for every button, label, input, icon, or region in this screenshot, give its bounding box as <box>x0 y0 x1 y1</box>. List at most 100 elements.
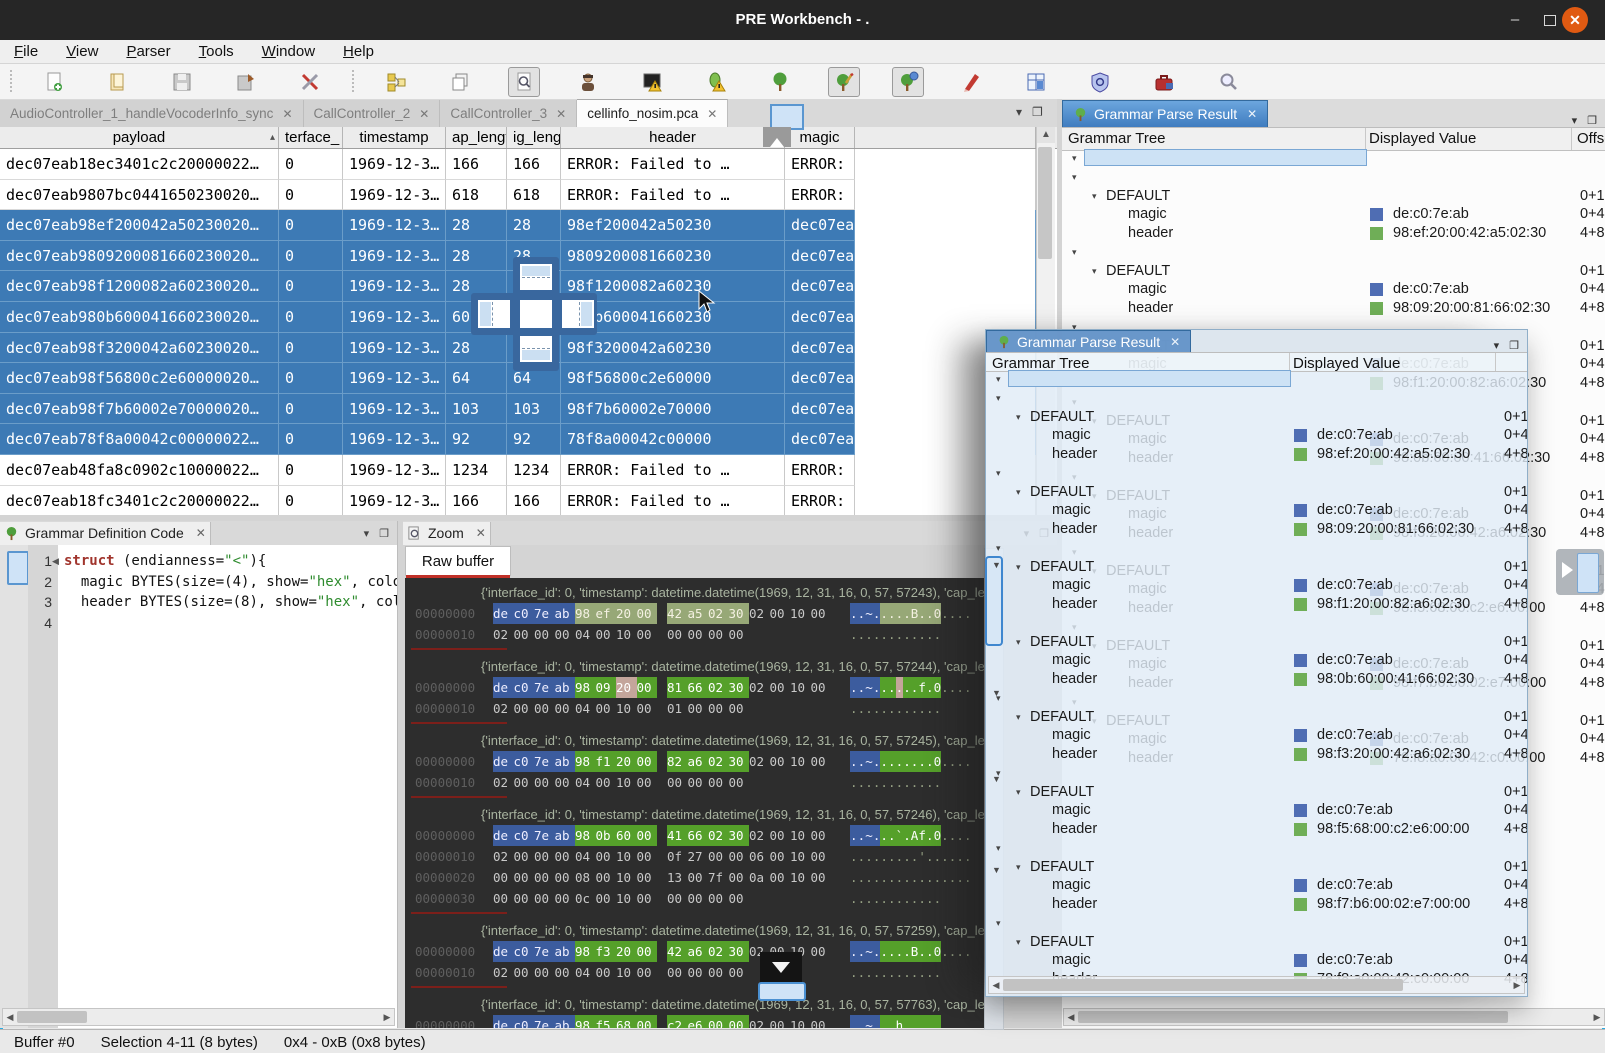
tree-magic-row[interactable]: magicde:c0:7e:ab0+4 <box>986 426 1527 445</box>
column-header-ig_lengt[interactable]: ig_lengt <box>507 127 561 148</box>
floating-hscroll-thumb[interactable] <box>1003 979 1403 991</box>
hex-line[interactable]: 00000030000000000c00100000000000........… <box>405 888 987 909</box>
hex-marker-icon[interactable]: ▼ <box>992 774 1001 784</box>
tree-node-row[interactable]: ▾ <box>986 764 1527 783</box>
dock-left-indicator[interactable] <box>477 299 511 329</box>
hex-line[interactable]: 00000000dec07eab98f56800c2e6000002001000… <box>405 1015 987 1028</box>
grammar-tree-icon[interactable] <box>764 67 796 97</box>
collapse-icon[interactable]: ▾ <box>1016 558 1021 577</box>
tree-node-row[interactable]: ▾ <box>986 689 1527 708</box>
tree-node-row[interactable]: ▾ <box>986 539 1527 558</box>
column-header-ap_lengt[interactable]: ap_lengt <box>446 127 507 148</box>
table-cell[interactable]: dec07eab980b600041660230020… <box>0 302 279 333</box>
collapse-icon[interactable]: ▾ <box>1016 708 1021 727</box>
raw-buffer-tab[interactable]: Raw buffer <box>405 546 511 576</box>
tab-list-dropdown-icon[interactable]: ▾ <box>1016 105 1022 119</box>
user-icon[interactable] <box>572 67 604 97</box>
close-tab-icon[interactable]: ✕ <box>1247 107 1257 121</box>
tools-icon[interactable] <box>294 67 326 97</box>
hex-view[interactable]: {'interface_id': 0, 'timestamp': datetim… <box>405 578 987 1028</box>
table-row[interactable]: dec07eab48fa8c0902c10000022…01969-12-3…1… <box>0 455 1057 486</box>
panel-menu-icon[interactable]: ▾ <box>364 527 370 540</box>
table-cell[interactable]: dec07eab <box>785 363 855 394</box>
table-cell[interactable]: 1969-12-3… <box>343 486 446 515</box>
table-cell[interactable]: 28 <box>507 210 561 241</box>
tree-header-row[interactable]: header98:0b:60:00:41:66:02:304+8 <box>986 670 1527 689</box>
menu-view[interactable]: View <box>52 43 112 60</box>
table-cell[interactable]: 0 <box>279 180 343 211</box>
table-cell[interactable]: 166 <box>507 149 561 180</box>
dock-bottom-indicator[interactable] <box>519 335 553 363</box>
close-tab-icon[interactable]: ✕ <box>282 107 292 121</box>
tree-default-row[interactable]: ▾DEFAULT0+1 <box>986 633 1527 652</box>
collapse-icon[interactable]: ▾ <box>1016 633 1021 652</box>
collapse-icon[interactable]: ▾ <box>1016 408 1021 427</box>
table-cell[interactable]: 1969-12-3… <box>343 149 446 180</box>
hex-line[interactable]: 0000001002000000040010000f27000006001000… <box>405 846 987 867</box>
tree-default-row[interactable]: ▾DEFAULT0+1 <box>986 408 1527 427</box>
grammar-tree-edit-icon[interactable] <box>828 67 860 97</box>
collapse-icon[interactable]: ▾ <box>1016 483 1021 502</box>
debug-bug-icon[interactable] <box>700 67 732 97</box>
table-cell[interactable]: 1969-12-3… <box>343 271 446 302</box>
table-cell[interactable]: 92 <box>446 424 507 455</box>
hex-line[interactable]: 00000000dec07eab98ef200042a5023002001000… <box>405 603 987 624</box>
table-row[interactable]: dec07eab78f8a00042c00000022…01969-12-3…9… <box>0 424 1057 455</box>
table-cell[interactable]: ERROR: … <box>785 486 855 515</box>
table-cell[interactable]: 1234 <box>446 455 507 486</box>
table-cell[interactable]: 0 <box>279 241 343 272</box>
tree-default-row[interactable]: ▾DEFAULT0+1 <box>1062 187 1605 206</box>
file-preview-icon[interactable] <box>508 67 540 97</box>
table-cell[interactable]: 1969-12-3… <box>343 302 446 333</box>
menu-file[interactable]: File <box>0 43 52 60</box>
table-row[interactable]: dec07eab98ef200042a50230020…01969-12-3…2… <box>0 210 1057 241</box>
table-cell[interactable]: 0 <box>279 149 343 180</box>
toolbar-drag-handle[interactable] <box>8 70 14 94</box>
table-cell[interactable]: dec07eab <box>785 210 855 241</box>
hex-line[interactable]: 00000010020000000400100001000000........… <box>405 698 987 719</box>
grammar-code-tab[interactable]: Grammar Definition Code ✕ <box>0 522 211 545</box>
parse-result-hscrollbar[interactable]: ◀ ▶ <box>1063 1008 1605 1026</box>
table-cell[interactable]: 0 <box>279 333 343 364</box>
shield-search-icon[interactable] <box>1084 67 1116 97</box>
hex-line[interactable]: 00000010020000000400100000000000........… <box>405 772 987 793</box>
column-header-terface_[interactable]: terface_ <box>279 127 343 148</box>
tree-magic-row[interactable]: magicde:c0:7e:ab0+4 <box>1062 205 1605 224</box>
floating-title-bar[interactable]: Grammar Parse Result ✕ ▾ ❐ <box>986 330 1527 353</box>
table-cell[interactable]: 9809200081660230 <box>561 241 785 272</box>
table-cell[interactable]: dec07eab98f1200082a60230020… <box>0 271 279 302</box>
zoom-tab[interactable]: Zoom ✕ <box>403 522 491 545</box>
table-cell[interactable]: 1969-12-3… <box>343 180 446 211</box>
collapse-icon[interactable]: ▾ <box>1092 187 1097 206</box>
collapse-icon[interactable]: ▾ <box>996 914 1001 933</box>
code-editor[interactable]: 1234 ◀ struct (endianness="<"){ magic BY… <box>0 545 397 1028</box>
table-cell[interactable]: 1234 <box>507 455 561 486</box>
data-table-icon[interactable] <box>1020 67 1052 97</box>
save-icon[interactable] <box>166 67 198 97</box>
table-cell[interactable]: 0 <box>279 363 343 394</box>
tree-node-row[interactable]: ▾ <box>986 914 1527 933</box>
column-header-payload[interactable]: payload▴ <box>0 127 279 148</box>
table-cell[interactable]: ERROR: Failed to … <box>561 149 785 180</box>
table-cell[interactable]: 0 <box>279 424 343 455</box>
hex-packet[interactable]: {'interface_id': 0, 'timestamp': datetim… <box>405 578 987 650</box>
table-cell[interactable]: 98f7b60002e70000 <box>561 394 785 425</box>
table-cell[interactable]: 28 <box>446 210 507 241</box>
table-cell[interactable]: ERROR: Failed to … <box>561 486 785 515</box>
table-cell[interactable]: 0 <box>279 210 343 241</box>
table-cell[interactable]: dec07eab98f56800c2e60000020… <box>0 363 279 394</box>
tree-default-row[interactable]: ▾DEFAULT0+1 <box>986 858 1527 877</box>
tree-node-row[interactable]: ▾ <box>986 389 1527 408</box>
collapse-icon[interactable]: ▾ <box>996 839 1001 858</box>
table-cell[interactable]: 1969-12-3… <box>343 210 446 241</box>
floating-hscrollbar[interactable]: ◀ ▶ <box>988 976 1525 994</box>
table-cell[interactable]: dec07eab18ec3401c2c20000022… <box>0 149 279 180</box>
copy-pages-icon[interactable] <box>444 67 476 97</box>
col-grammar-tree[interactable]: Grammar Tree <box>1068 130 1166 147</box>
tree-node-row[interactable]: ▾ <box>986 464 1527 483</box>
menu-tools[interactable]: Tools <box>185 43 248 60</box>
table-cell[interactable]: dec07eab9809200081660230020… <box>0 241 279 272</box>
dock-top-indicator[interactable] <box>519 263 553 291</box>
scroll-left-icon[interactable]: ◀ <box>3 1012 17 1023</box>
scroll-right-icon[interactable]: ▶ <box>1510 980 1524 991</box>
